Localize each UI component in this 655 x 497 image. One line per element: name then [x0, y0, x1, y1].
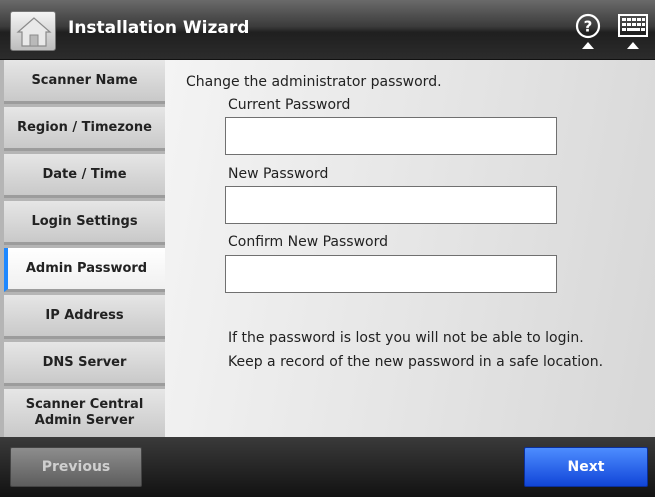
- confirm-password-field[interactable]: [225, 255, 557, 293]
- title-bar: Installation Wizard ?: [0, 0, 655, 60]
- notice-line-2: Keep a record of the new password in a s…: [228, 354, 604, 370]
- svg-text:?: ?: [584, 18, 593, 36]
- sidebar-item-dns-server[interactable]: DNS Server: [4, 342, 165, 386]
- notice-line-1: If the password is lost you will not be …: [228, 330, 584, 346]
- home-button[interactable]: [10, 11, 56, 51]
- previous-button[interactable]: Previous: [10, 447, 142, 487]
- help-icon: ?: [575, 13, 601, 49]
- new-password-label: New Password: [228, 166, 329, 182]
- footer-bar: Previous Next: [0, 437, 655, 497]
- sidebar-item-date-time[interactable]: Date / Time: [4, 154, 165, 198]
- sidebar: Scanner Name Region / Timezone Date / Ti…: [0, 60, 165, 437]
- sidebar-item-ip-address[interactable]: IP Address: [4, 295, 165, 339]
- next-button[interactable]: Next: [524, 447, 648, 487]
- current-password-field[interactable]: [225, 117, 557, 155]
- new-password-field[interactable]: [225, 186, 557, 224]
- sidebar-item-scanner-central-admin-server[interactable]: Scanner Central Admin Server: [4, 389, 165, 437]
- page-title: Installation Wizard: [68, 18, 250, 38]
- instruction-text: Change the administrator password.: [186, 74, 442, 90]
- sidebar-item-scanner-name[interactable]: Scanner Name: [4, 60, 165, 104]
- home-icon: [16, 17, 52, 47]
- keyboard-icon: [618, 14, 648, 49]
- current-password-label: Current Password: [228, 97, 351, 113]
- sidebar-item-login-settings[interactable]: Login Settings: [4, 201, 165, 245]
- confirm-password-label: Confirm New Password: [228, 234, 389, 250]
- sidebar-item-region-timezone[interactable]: Region / Timezone: [4, 107, 165, 151]
- main-panel: Change the administrator password. Curre…: [165, 60, 655, 437]
- help-button[interactable]: ?: [569, 11, 607, 51]
- keyboard-button[interactable]: [614, 11, 652, 51]
- sidebar-item-admin-password[interactable]: Admin Password: [4, 248, 165, 292]
